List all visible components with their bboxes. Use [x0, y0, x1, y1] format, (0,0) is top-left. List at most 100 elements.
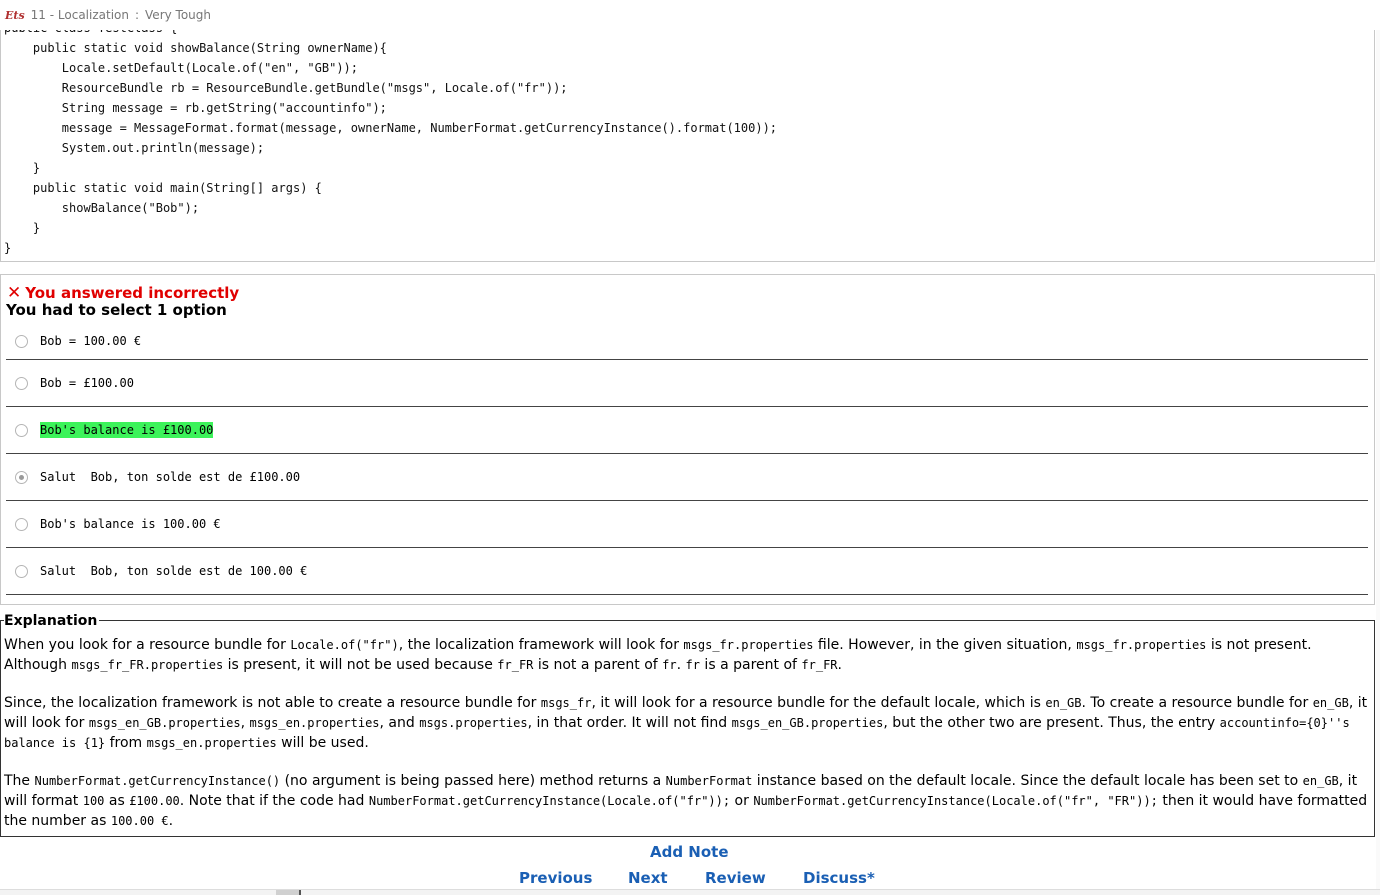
code-line: public static void showBalance(String ow… [4, 41, 387, 55]
discuss-link[interactable]: Discuss* [803, 869, 875, 887]
inline-code: msgs_fr.properties [1076, 638, 1207, 652]
inline-code: fr_FR [497, 658, 534, 672]
answer-option[interactable]: Bob's balance is 100.00 € [6, 501, 1368, 548]
explanation-text: will be used. [276, 735, 369, 751]
result-message: ✕ You answered incorrectly [7, 283, 239, 303]
add-note-link[interactable]: Add Note [650, 843, 729, 861]
explanation-text: from [105, 735, 147, 751]
inline-code: msgs.properties [419, 716, 528, 730]
option-radio[interactable] [15, 470, 28, 484]
explanation-text: . [168, 813, 174, 829]
answer-option[interactable]: Bob's balance is £100.00 [6, 407, 1368, 454]
inline-code: £100.00 [129, 794, 180, 808]
vertical-scrollbar[interactable] [1376, 30, 1380, 889]
explanation-paragraph: The NumberFormat.getCurrencyInstance() (… [4, 771, 1370, 831]
answer-option[interactable]: Bob = £100.00 [6, 360, 1368, 407]
explanation-box: Explanation When you look for a resource… [0, 613, 1375, 837]
code-line: ResourceBundle rb = ResourceBundle.getBu… [4, 81, 568, 95]
explanation-text: When you look for a resource bundle for [4, 637, 291, 653]
explanation-text: , the localization framework will look f… [398, 637, 684, 653]
explanation-text: , it will look for a resource bundle for… [591, 695, 1046, 711]
option-label: Bob's balance is 100.00 € [40, 517, 221, 531]
title-bar: Ets 11 - Localization : Very Tough [0, 0, 1380, 30]
inline-code: msgs_en_GB.properties [88, 716, 241, 730]
inline-code: msgs_fr_FR.properties [71, 658, 224, 672]
code-line: String message = rb.getString("accountin… [4, 101, 387, 115]
inline-code: NumberFormat.getCurrencyInstance(Locale.… [368, 794, 731, 808]
option-radio[interactable] [15, 334, 28, 348]
code-line: Locale.setDefault(Locale.of("en", "GB"))… [4, 61, 359, 75]
inline-code: NumberFormat [665, 774, 753, 788]
inline-code: msgs_en.properties [249, 716, 380, 730]
explanation-text: . To create a resource bundle for [1081, 695, 1313, 711]
code-line: } [4, 221, 41, 235]
code-line: } [4, 161, 41, 175]
incorrect-icon: ✕ [7, 283, 22, 303]
answer-option[interactable]: Salut Bob, ton solde est de 100.00 € [6, 548, 1368, 595]
explanation-paragraph: When you look for a resource bundle for … [4, 635, 1370, 675]
inline-code: msgs_en_GB.properties [731, 716, 884, 730]
inline-code: fr [662, 658, 677, 672]
result-text: You answered incorrectly [25, 284, 240, 302]
option-radio[interactable] [15, 564, 28, 578]
inline-code: fr [685, 658, 700, 672]
instruction-text: You had to select 1 option [6, 301, 227, 319]
inline-code: msgs_fr [540, 696, 592, 710]
code-line: message = MessageFormat.format(message, … [4, 121, 778, 135]
explanation-text: , in that order. It will not find [527, 715, 732, 731]
inline-code: en_GB [1045, 696, 1082, 710]
next-link[interactable]: Next [628, 869, 668, 887]
inline-code: msgs_fr.properties [683, 638, 814, 652]
explanation-text: is a parent of [699, 657, 802, 673]
scrollbar-thumb[interactable] [276, 890, 300, 895]
explanation-text: as [104, 793, 130, 809]
difficulty-label: Very Tough [145, 8, 212, 22]
question-panel: ✕ You answered incorrectly You had to se… [0, 274, 1375, 605]
previous-link[interactable]: Previous [519, 869, 592, 887]
explanation-text: . [837, 657, 842, 673]
option-radio[interactable] [15, 517, 28, 531]
explanation-text: , but the other two are present. Thus, t… [883, 715, 1220, 731]
answer-option[interactable]: Bob = 100.00 € [6, 323, 1368, 360]
explanation-text: instance based on the default locale. Si… [752, 773, 1303, 789]
inline-code: msgs_en.properties [146, 736, 277, 750]
inline-code: 100 [82, 794, 105, 808]
code-line: } [4, 241, 12, 255]
scrollbar-divider [299, 890, 301, 895]
option-label: Bob = £100.00 [40, 376, 134, 390]
explanation-legend: Explanation [4, 613, 100, 629]
code-panel[interactable]: public class TestClass { public static v… [0, 30, 1375, 262]
option-label: Bob's balance is £100.00 [40, 422, 214, 438]
inline-code: fr_FR [801, 658, 838, 672]
inline-code: Locale.of("fr") [290, 638, 399, 652]
code-listing: public class TestClass { public static v… [4, 30, 777, 258]
option-radio[interactable] [15, 376, 28, 390]
review-link[interactable]: Review [705, 869, 766, 887]
option-label: Salut Bob, ton solde est de 100.00 € [40, 564, 308, 578]
option-label: Bob = 100.00 € [40, 334, 142, 348]
explanation-text: (no argument is being passed here) metho… [280, 773, 666, 789]
code-line: public class TestClass { [4, 30, 777, 38]
code-line: System.out.println(message); [4, 141, 265, 155]
code-line: public static void main(String[] args) { [4, 181, 322, 195]
chapter-title: 11 - Localization [30, 8, 129, 22]
horizontal-scrollbar[interactable] [0, 889, 1380, 895]
explanation-text: The [4, 773, 35, 789]
code-line: showBalance("Bob"); [4, 201, 200, 215]
inline-code: en_GB [1312, 696, 1349, 710]
explanation-text: file. However, in the given situation, [813, 637, 1077, 653]
explanation-text: . [676, 657, 686, 673]
inline-code: NumberFormat.getCurrencyInstance() [34, 774, 281, 788]
explanation-text: is not a parent of [533, 657, 663, 673]
options-list: Bob = 100.00 € Bob = £100.00 Bob's balance… [6, 323, 1368, 595]
explanation-text: . Note that if the code had [179, 793, 369, 809]
explanation-text: is present, it will not be used because [223, 657, 498, 673]
explanation-body: When you look for a resource bundle for … [4, 635, 1370, 849]
app-logo: Ets [5, 8, 25, 22]
title-separator: : [134, 8, 140, 22]
answer-option[interactable]: Salut Bob, ton solde est de £100.00 [6, 454, 1368, 501]
inline-code: NumberFormat.getCurrencyInstance(Locale.… [753, 794, 1158, 808]
explanation-paragraph: Since, the localization framework is not… [4, 693, 1370, 753]
option-label: Salut Bob, ton solde est de £100.00 [40, 470, 301, 484]
option-radio[interactable] [15, 423, 28, 437]
